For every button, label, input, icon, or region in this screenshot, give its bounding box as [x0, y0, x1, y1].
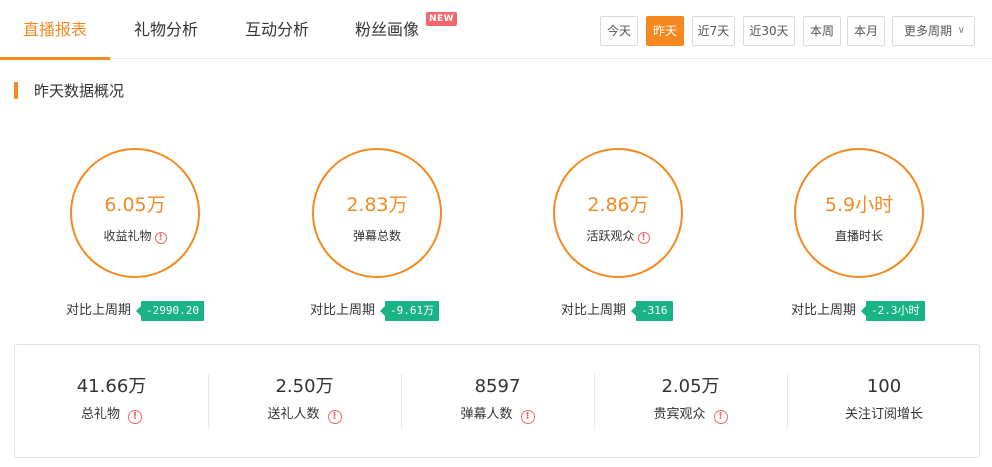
compare-label: 对比上周期: [310, 303, 376, 318]
stat-danmaku-users: 8597 弹幕人数!: [401, 345, 594, 459]
more-periods-dropdown[interactable]: 更多周期 ∨: [892, 16, 975, 46]
compare-row-danmaku-total: 对比上周期 -9.61万: [310, 301, 440, 321]
metric-label-row: 活跃观众!: [555, 228, 681, 244]
tab-fan-profile[interactable]: 粉丝画像: [332, 0, 442, 59]
compare-row-gift-revenue: 对比上周期 -2990.20: [66, 301, 204, 321]
stat-value: 2.05万: [661, 376, 720, 397]
stat-label-row: 贵宾观众!: [594, 406, 787, 424]
compare-badge: -2.3小时: [861, 301, 925, 321]
compare-row-active-viewers: 对比上周期 -316: [561, 301, 673, 321]
metric-label-row: 收益礼物!: [72, 228, 198, 244]
period-7days-button[interactable]: 近7天: [692, 16, 735, 46]
metric-label: 直播时长: [834, 229, 883, 243]
stat-value: 8597: [474, 376, 521, 397]
metric-circle-gift-revenue: 6.05万 收益礼物!: [70, 148, 200, 278]
stat-label: 贵宾观众: [653, 407, 706, 422]
stat-value: 2.50万: [275, 376, 334, 397]
stat-value: 41.66万: [76, 376, 147, 397]
compare-badge: -2990.20: [136, 301, 204, 321]
more-periods-label: 更多周期: [904, 24, 953, 38]
metric-label: 收益礼物: [103, 229, 152, 243]
stat-label: 弹幕人数: [460, 407, 513, 422]
stat-label: 关注订阅增长: [844, 407, 923, 422]
compare-label: 对比上周期: [561, 303, 627, 318]
info-icon[interactable]: !: [154, 232, 167, 244]
period-this-week-button[interactable]: 本周: [803, 16, 841, 46]
compare-badge: -316: [631, 301, 673, 321]
metric-circle-active-viewers: 2.86万 活跃观众!: [553, 148, 683, 278]
section-title: 昨天数据概况: [34, 82, 125, 100]
period-30days-button[interactable]: 近30天: [743, 16, 795, 46]
compare-label: 对比上周期: [791, 303, 857, 318]
compare-badge: -9.61万: [380, 301, 440, 321]
compare-row-live-duration: 对比上周期 -2.3小时: [791, 301, 925, 321]
stat-label-row: 总礼物!: [15, 406, 208, 424]
stat-label: 总礼物: [80, 407, 120, 422]
stat-label-row: 送礼人数!: [208, 406, 401, 424]
metric-value: 2.83万: [346, 194, 408, 216]
tab-interaction-analysis[interactable]: 互动分析: [222, 0, 332, 59]
section-accent-bar: [14, 82, 18, 99]
metric-label: 弹幕总数: [352, 229, 401, 243]
info-icon[interactable]: !: [637, 232, 650, 244]
stat-gift-senders: 2.50万 送礼人数!: [208, 345, 401, 459]
top-tab-bar: 直播报表 礼物分析 互动分析 粉丝画像 NEW 今天 昨天 近7天 近30天 本…: [0, 0, 992, 60]
stat-label: 送礼人数: [267, 407, 320, 422]
stat-label-row: 弹幕人数!: [401, 406, 594, 424]
stat-vip-viewers: 2.05万 贵宾观众!: [594, 345, 787, 459]
info-icon[interactable]: !: [327, 410, 342, 424]
metric-value: 6.05万: [104, 194, 166, 216]
tab-live-report[interactable]: 直播报表: [0, 0, 110, 60]
metric-value: 5.9小时: [824, 194, 894, 216]
metric-circle-live-duration: 5.9小时 直播时长: [794, 148, 924, 278]
stat-follow-growth: 100 关注订阅增长: [787, 345, 981, 459]
metric-value: 2.86万: [587, 194, 649, 216]
info-icon[interactable]: !: [520, 410, 535, 424]
period-yesterday-button[interactable]: 昨天: [646, 16, 684, 46]
metric-circle-danmaku-total: 2.83万 弹幕总数: [312, 148, 442, 278]
metric-label: 活跃观众: [586, 229, 635, 243]
stats-card: 41.66万 总礼物! 2.50万 送礼人数! 8597 弹幕人数! 2.05万…: [14, 344, 980, 458]
info-icon[interactable]: !: [713, 410, 728, 424]
new-badge: NEW: [426, 12, 458, 26]
chevron-down-icon: ∨: [957, 25, 965, 36]
tab-gift-analysis[interactable]: 礼物分析: [110, 0, 222, 59]
period-this-month-button[interactable]: 本月: [847, 16, 885, 46]
stat-total-gifts: 41.66万 总礼物!: [15, 345, 208, 459]
stat-value: 100: [866, 376, 902, 397]
period-today-button[interactable]: 今天: [600, 16, 638, 46]
compare-label: 对比上周期: [66, 303, 132, 318]
info-icon[interactable]: !: [128, 410, 142, 424]
